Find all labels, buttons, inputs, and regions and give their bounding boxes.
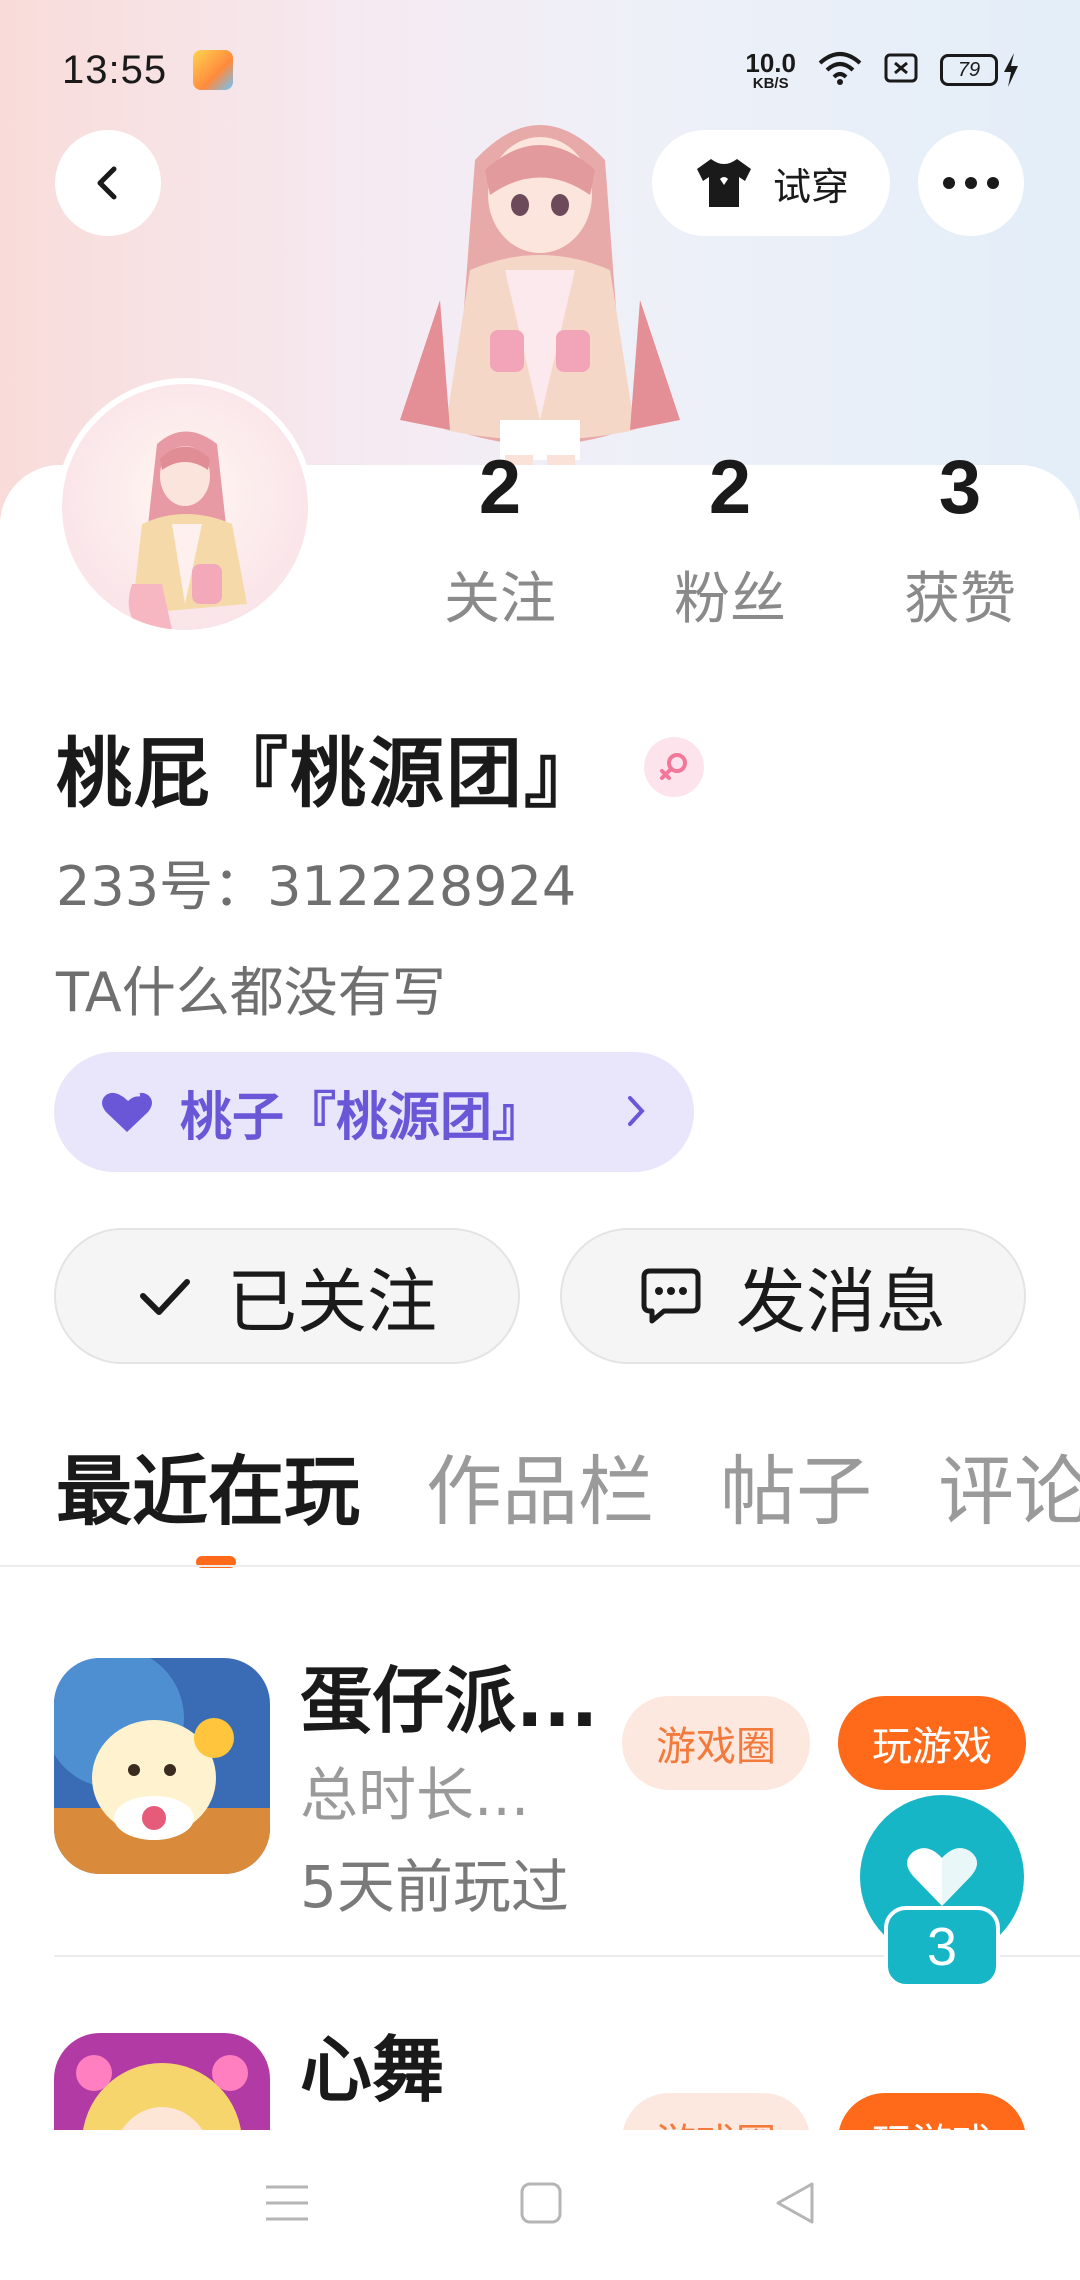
user-avatar[interactable]	[56, 378, 314, 636]
app-notification-icon	[193, 50, 234, 90]
play-game-button[interactable]: 玩游戏	[838, 1696, 1026, 1790]
avatar-image	[62, 384, 308, 630]
stats-row: 2 关注 2 粉丝 3 获赞	[410, 450, 1050, 650]
try-on-button[interactable]: 试穿	[652, 130, 890, 236]
chevron-right-icon	[628, 1096, 645, 1126]
chat-bubble-icon	[641, 1268, 701, 1324]
profile-tabs: 最近在玩 作品栏 帖子 评论	[56, 1430, 1080, 1570]
user-name: 桃屁『桃源团』	[56, 729, 602, 818]
stat-followers-label: 粉丝	[674, 567, 786, 632]
follow-button-label: 已关注	[227, 1260, 437, 1343]
user-id: 233号：312228924	[56, 855, 577, 918]
tab-recent-games[interactable]: 最近在玩	[56, 1430, 360, 1540]
tshirt-icon	[696, 159, 751, 207]
wifi-icon	[818, 51, 862, 90]
network-speed: 10.0 KB/S	[745, 47, 796, 92]
game-circle-button[interactable]: 游戏圈	[622, 2093, 810, 2130]
back-triangle-icon[interactable]	[772, 2180, 816, 2230]
game-list-item[interactable]: 心舞 总时长... 游戏圈 玩游戏	[0, 1975, 1080, 2130]
home-icon[interactable]	[519, 2181, 563, 2229]
tab-divider	[0, 1565, 1080, 1567]
follow-button[interactable]: 已关注	[54, 1228, 520, 1364]
tab-posts[interactable]: 帖子	[720, 1430, 872, 1540]
system-navigation-bar	[0, 2130, 1080, 2280]
like-count-badge: 3	[884, 1906, 1000, 1988]
group-chip[interactable]: 桃子『桃源团』	[54, 1052, 694, 1172]
play-game-button[interactable]: 玩游戏	[838, 2093, 1026, 2130]
status-time: 13:55	[62, 47, 168, 92]
group-chip-label: 桃子『桃源团』	[180, 1087, 545, 1148]
stat-following[interactable]: 2 关注	[410, 450, 590, 635]
message-button[interactable]: 发消息	[560, 1228, 1026, 1364]
game-title: 心舞	[300, 2028, 445, 2112]
message-button-label: 发消息	[736, 1260, 946, 1343]
user-bio: TA什么都没有写	[56, 961, 446, 1024]
game-duration: 总时长...	[300, 2115, 529, 2130]
heart-icon	[907, 1848, 977, 1906]
more-dots-icon	[943, 177, 999, 189]
stat-following-value: 2	[478, 445, 522, 530]
game-circle-button[interactable]: 游戏圈	[622, 1696, 810, 1790]
try-on-label: 试穿	[772, 164, 849, 209]
stat-followers-value: 2	[708, 445, 752, 530]
chevron-left-icon	[97, 166, 117, 200]
charging-icon	[1004, 53, 1018, 87]
female-gender-icon	[644, 737, 704, 797]
menu-icon[interactable]	[264, 2183, 310, 2227]
stat-likes[interactable]: 3 获赞	[870, 450, 1050, 635]
game-title: 蛋仔派...	[300, 1659, 599, 1743]
game-last-played: 5天前玩过	[300, 1853, 569, 1921]
game-icon-eggy-party	[54, 1658, 270, 1874]
checkmark-icon	[140, 1279, 190, 1315]
game-icon-xinwu	[54, 2033, 270, 2130]
sim-icon	[884, 53, 918, 88]
battery-indicator: 79	[940, 53, 1020, 87]
stat-followers[interactable]: 2 粉丝	[640, 450, 820, 635]
stat-likes-label: 获赞	[904, 567, 1016, 632]
more-options-button[interactable]	[918, 130, 1024, 236]
heart-icon	[102, 1092, 152, 1132]
back-button[interactable]	[55, 130, 161, 236]
status-bar: 13:55 10.0 KB/S 79	[0, 0, 1080, 140]
stat-likes-value: 3	[938, 445, 982, 530]
tab-works[interactable]: 作品栏	[426, 1430, 654, 1540]
tab-comments[interactable]: 评论	[938, 1430, 1080, 1540]
stat-following-label: 关注	[444, 567, 556, 632]
game-duration: 总时长...	[300, 1761, 530, 1829]
name-row: 桃屁『桃源团』	[56, 712, 704, 822]
